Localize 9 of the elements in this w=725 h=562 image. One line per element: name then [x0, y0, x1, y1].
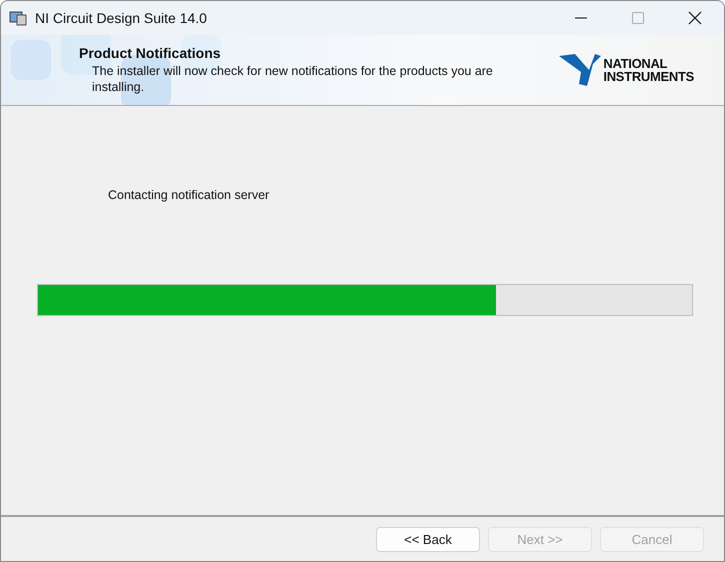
status-text: Contacting notification server: [108, 188, 270, 202]
close-icon[interactable]: [688, 11, 702, 25]
header-description: The installer will now check for new notifications for the products you are installing.: [91, 63, 494, 95]
wizard-button[interactable]: << Back: [376, 526, 480, 552]
installer-icon: [9, 10, 27, 26]
logo-wordmark: NATIONAL INSTRUMENTS: [603, 57, 694, 83]
eagle-logo-icon: [559, 52, 602, 88]
window-title: NI Circuit Design Suite 14.0: [35, 10, 207, 26]
header-title: Product Notifications: [79, 45, 222, 61]
